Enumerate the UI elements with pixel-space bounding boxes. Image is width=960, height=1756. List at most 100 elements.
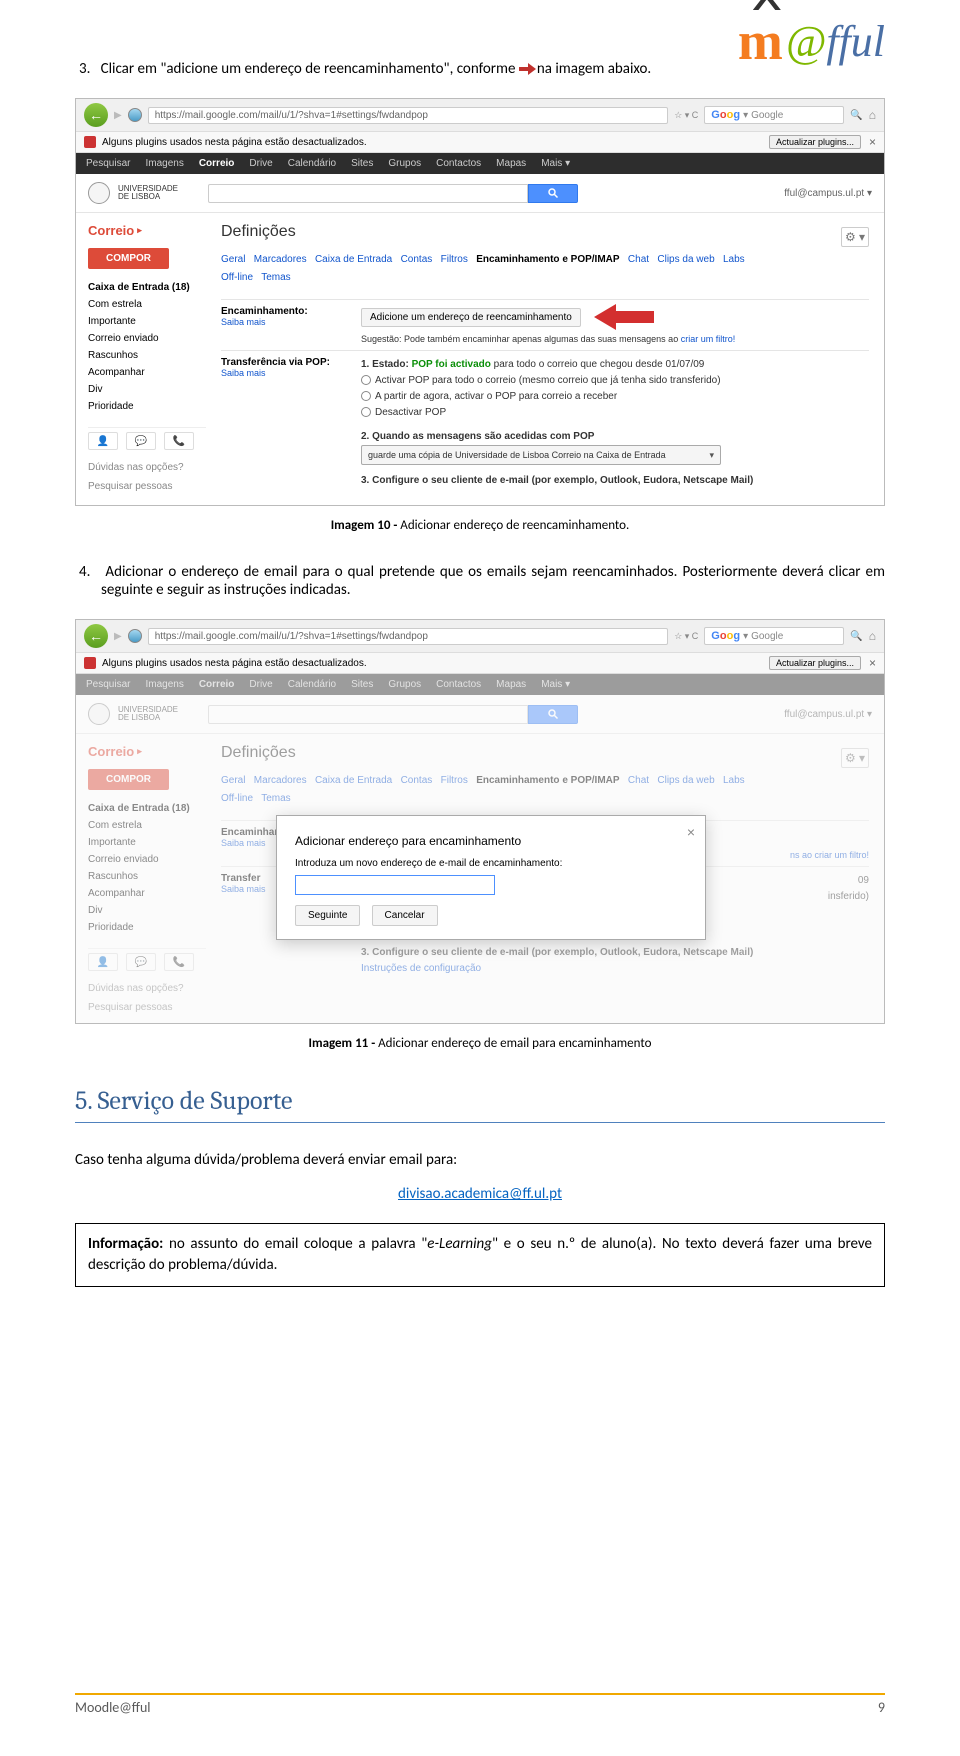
browser-back-button[interactable]: ← [84, 624, 108, 648]
nav-grupos[interactable]: Grupos [388, 679, 421, 690]
browser-search-box[interactable]: Goog ▾ Google [704, 106, 844, 124]
nav-mais[interactable]: Mais ▾ [541, 158, 570, 169]
tab-caixa[interactable]: Caixa de Entrada [315, 775, 392, 786]
gmail-search-input[interactable] [208, 705, 528, 724]
nav-pesquisar[interactable]: Pesquisar [86, 679, 130, 690]
sidebar-search-people[interactable]: Pesquisar pessoas [88, 1002, 206, 1013]
browser-forward-icon[interactable]: ▶ [114, 110, 122, 121]
nav-calendario[interactable]: Calendário [288, 158, 336, 169]
folder-div[interactable]: Div [88, 381, 206, 398]
nav-imagens[interactable]: Imagens [145, 679, 183, 690]
tab-chat[interactable]: Chat [628, 775, 649, 786]
tab-encaminhamento[interactable]: Encaminhamento e POP/IMAP [476, 775, 619, 786]
person-icon[interactable]: 👤 [88, 432, 118, 450]
radio-icon[interactable] [361, 407, 371, 417]
nav-mais[interactable]: Mais ▾ [541, 679, 570, 690]
tab-offline[interactable]: Off-line [221, 793, 253, 804]
folder-starred[interactable]: Com estrela [88, 817, 206, 834]
folder-drafts[interactable]: Rascunhos [88, 868, 206, 885]
tab-contas[interactable]: Contas [401, 254, 433, 265]
folder-inbox[interactable]: Caixa de Entrada (18) [88, 800, 206, 817]
tab-filtros[interactable]: Filtros [441, 775, 468, 786]
tab-temas[interactable]: Temas [261, 793, 290, 804]
phone-icon[interactable]: 📞 [164, 432, 194, 450]
gmail-search-button[interactable] [528, 705, 578, 724]
gear-icon[interactable]: ⚙ ▾ [841, 748, 869, 768]
nav-mapas[interactable]: Mapas [496, 679, 526, 690]
radio-icon[interactable] [361, 391, 371, 401]
tab-encaminhamento[interactable]: Encaminhamento e POP/IMAP [476, 254, 619, 265]
plugin-update-button[interactable]: Actualizar plugins... [769, 656, 861, 670]
tab-caixa[interactable]: Caixa de Entrada [315, 254, 392, 265]
modal-close-icon[interactable]: × [687, 824, 695, 840]
close-icon[interactable]: × [869, 656, 876, 670]
tab-labs[interactable]: Labs [723, 775, 745, 786]
browser-back-button[interactable]: ← [84, 103, 108, 127]
nav-contactos[interactable]: Contactos [436, 679, 481, 690]
folder-inbox[interactable]: Caixa de Entrada (18) [88, 279, 206, 296]
support-email-link[interactable]: divisao.academica@ff.ul.pt [75, 1185, 885, 1203]
user-email-menu[interactable]: fful@campus.ul.pt ▾ [784, 188, 872, 199]
tab-marcadores[interactable]: Marcadores [254, 775, 307, 786]
nav-correio[interactable]: Correio [199, 158, 235, 169]
nav-sites[interactable]: Sites [351, 158, 373, 169]
folder-sent[interactable]: Correio enviado [88, 851, 206, 868]
tab-geral[interactable]: Geral [221, 254, 245, 265]
chat-icon[interactable]: 💬 [126, 432, 156, 450]
pop-action-select[interactable]: guarde uma cópia de Universidade de Lisb… [361, 445, 721, 465]
modal-next-button[interactable]: Seguinte [295, 905, 360, 926]
compose-button[interactable]: COMPOR [88, 769, 169, 790]
modal-cancel-button[interactable]: Cancelar [372, 905, 438, 926]
gmail-search-button[interactable] [528, 184, 578, 203]
user-email-menu[interactable]: fful@campus.ul.pt ▾ [784, 709, 872, 720]
close-icon[interactable]: × [869, 135, 876, 149]
url-actions[interactable]: ☆ ▾ C [674, 110, 698, 121]
nav-correio[interactable]: Correio [199, 679, 235, 690]
folder-priority[interactable]: Prioridade [88, 398, 206, 415]
url-bar[interactable]: https://mail.google.com/mail/u/1/?shva=1… [148, 107, 669, 124]
plugin-update-button[interactable]: Actualizar plugins... [769, 135, 861, 149]
nav-grupos[interactable]: Grupos [388, 158, 421, 169]
tab-contas[interactable]: Contas [401, 775, 433, 786]
tab-clips[interactable]: Clips da web [657, 254, 714, 265]
tab-geral[interactable]: Geral [221, 775, 245, 786]
tab-temas[interactable]: Temas [261, 272, 290, 283]
nav-drive[interactable]: Drive [249, 158, 272, 169]
sidebar-help-link[interactable]: Dúvidas nas opções? [88, 462, 206, 473]
phone-icon[interactable]: 📞 [164, 953, 194, 971]
person-icon[interactable]: 👤 [88, 953, 118, 971]
home-icon[interactable]: ⌂ [869, 629, 876, 643]
radio-icon[interactable] [361, 375, 371, 385]
url-actions[interactable]: ☆ ▾ C [674, 631, 698, 642]
modal-email-input[interactable] [295, 875, 495, 895]
correio-dropdown[interactable]: Correio [88, 223, 206, 238]
saiba-mais-link[interactable]: Saiba mais [221, 317, 361, 327]
search-loupe-icon[interactable]: 🔍 [850, 110, 862, 121]
gear-icon[interactable]: ⚙ ▾ [841, 227, 869, 247]
folder-starred[interactable]: Com estrela [88, 296, 206, 313]
tab-marcadores[interactable]: Marcadores [254, 254, 307, 265]
folder-follow[interactable]: Acompanhar [88, 885, 206, 902]
gmail-search-input[interactable] [208, 184, 528, 203]
nav-imagens[interactable]: Imagens [145, 158, 183, 169]
nav-contactos[interactable]: Contactos [436, 158, 481, 169]
sidebar-search-people[interactable]: Pesquisar pessoas [88, 481, 206, 492]
sidebar-help-link[interactable]: Dúvidas nas opções? [88, 983, 206, 994]
search-loupe-icon[interactable]: 🔍 [850, 631, 862, 642]
correio-dropdown[interactable]: Correio [88, 744, 206, 759]
chat-icon[interactable]: 💬 [126, 953, 156, 971]
folder-div[interactable]: Div [88, 902, 206, 919]
tab-chat[interactable]: Chat [628, 254, 649, 265]
folder-important[interactable]: Importante [88, 834, 206, 851]
nav-pesquisar[interactable]: Pesquisar [86, 158, 130, 169]
folder-follow[interactable]: Acompanhar [88, 364, 206, 381]
browser-search-box[interactable]: Goog ▾ Google [704, 627, 844, 645]
home-icon[interactable]: ⌂ [869, 108, 876, 122]
nav-calendario[interactable]: Calendário [288, 679, 336, 690]
folder-sent[interactable]: Correio enviado [88, 330, 206, 347]
tab-labs[interactable]: Labs [723, 254, 745, 265]
saiba-mais-link-2[interactable]: Saiba mais [221, 368, 361, 378]
add-forwarding-button[interactable]: Adicione um endereço de reencaminhamento [361, 308, 581, 327]
url-bar[interactable]: https://mail.google.com/mail/u/1/?shva=1… [148, 628, 669, 645]
folder-drafts[interactable]: Rascunhos [88, 347, 206, 364]
